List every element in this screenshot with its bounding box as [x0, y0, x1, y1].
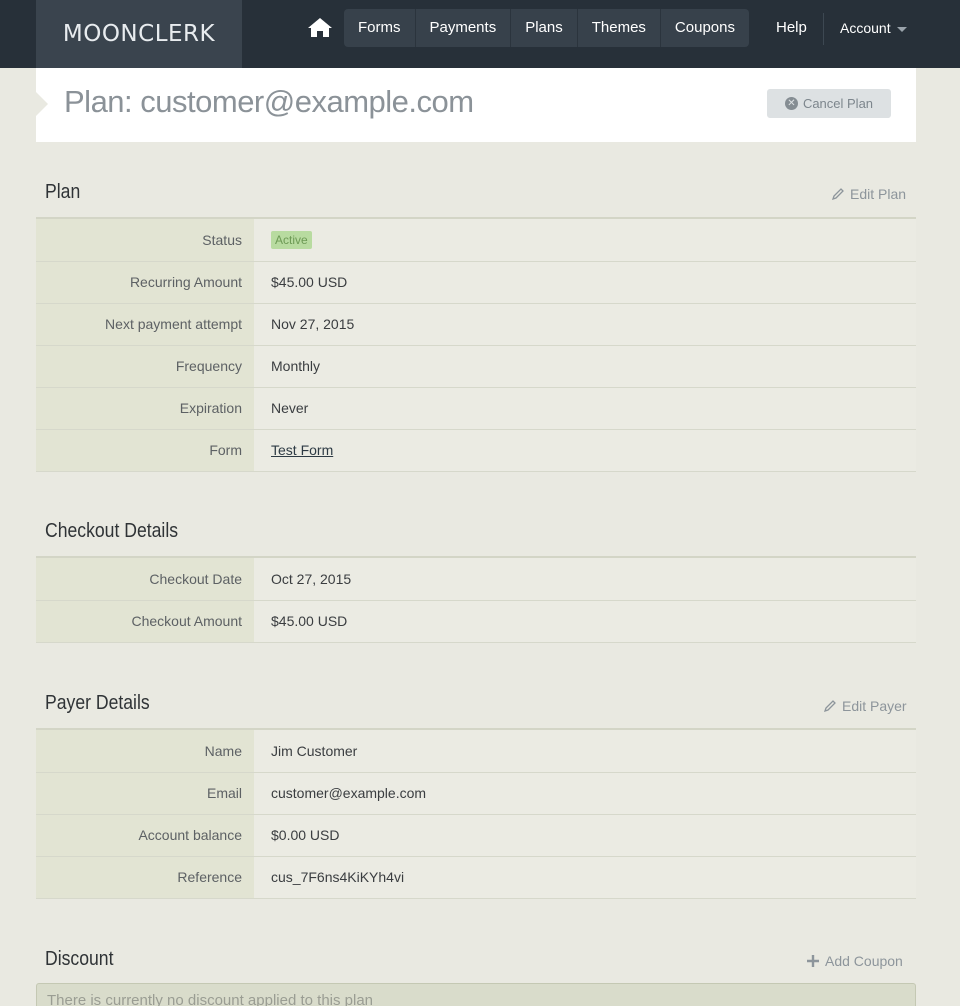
row-value: $45.00 USD [254, 261, 916, 304]
table-row: Email customer@example.com [36, 772, 916, 815]
row-label: Reference [36, 856, 254, 899]
checkout-details-table: Checkout Date Oct 27, 2015 Checkout Amou… [36, 558, 916, 643]
row-value: Monthly [254, 345, 916, 388]
discount-message: There is currently no discount applied t… [36, 983, 916, 1006]
row-value: Active [254, 219, 916, 262]
row-label: Frequency [36, 345, 254, 388]
edit-payer-link[interactable]: Edit Payer [823, 698, 907, 714]
edit-payer-label: Edit Payer [842, 698, 907, 714]
row-label: Next payment attempt [36, 303, 254, 346]
account-label: Account [840, 20, 891, 36]
page-title: Plan: customer@example.com [64, 84, 474, 119]
row-label: Checkout Date [36, 558, 254, 601]
nav-themes[interactable]: Themes [578, 9, 661, 47]
nav-payments[interactable]: Payments [416, 9, 512, 47]
plan-section-title: Plan [45, 181, 81, 203]
edit-plan-label: Edit Plan [850, 186, 907, 202]
close-circle-icon: ✕ [784, 97, 798, 110]
table-row: Form Test Form [36, 429, 916, 472]
table-row: Status Active [36, 219, 916, 262]
payer-details-table: Name Jim Customer Email customer@example… [36, 730, 916, 899]
table-row: Reference cus_7F6ns4KiKYh4vi [36, 856, 916, 899]
row-label: Name [36, 730, 254, 773]
title-notch [36, 92, 48, 116]
account-menu[interactable]: Account [840, 9, 907, 47]
plan-details-table: Status Active Recurring Amount $45.00 US… [36, 219, 916, 472]
pencil-icon [831, 188, 844, 201]
nav-plans[interactable]: Plans [511, 9, 578, 47]
table-row: Checkout Date Oct 27, 2015 [36, 558, 916, 601]
status-badge: Active [271, 230, 312, 249]
row-value: $0.00 USD [254, 814, 916, 857]
row-label: Expiration [36, 387, 254, 430]
plus-icon [807, 955, 819, 967]
discount-section-title: Discount [45, 948, 114, 970]
logo-text: MOONCLERK [62, 21, 216, 47]
row-label: Checkout Amount [36, 600, 254, 643]
main-nav: Forms Payments Plans Themes Coupons [344, 9, 749, 47]
add-coupon-label: Add Coupon [825, 953, 903, 969]
row-label: Form [36, 429, 254, 472]
cancel-plan-label: Cancel Plan [802, 96, 874, 111]
add-coupon-link[interactable]: Add Coupon [806, 953, 903, 969]
row-value: Test Form [254, 429, 916, 472]
table-row: Checkout Amount $45.00 USD [36, 600, 916, 643]
nav-coupons[interactable]: Coupons [661, 9, 749, 47]
table-row: Next payment attempt Nov 27, 2015 [36, 303, 916, 346]
logo[interactable]: MOONCLERK [36, 0, 242, 68]
table-row: Expiration Never [36, 387, 916, 430]
top-navbar: MOONCLERK Forms Payments Plans Themes Co… [0, 0, 960, 68]
chevron-down-icon [896, 26, 907, 32]
table-row: Recurring Amount $45.00 USD [36, 261, 916, 304]
edit-plan-link[interactable]: Edit Plan [831, 186, 906, 202]
row-label: Recurring Amount [36, 261, 254, 304]
row-value: Jim Customer [254, 730, 916, 773]
pencil-icon [823, 700, 836, 713]
table-row: Frequency Monthly [36, 345, 916, 388]
nav-forms[interactable]: Forms [344, 9, 416, 47]
nav-divider [823, 13, 824, 45]
cancel-plan-button[interactable]: ✕ Cancel Plan [767, 89, 891, 118]
row-label: Email [36, 772, 254, 815]
form-link[interactable]: Test Form [271, 442, 333, 458]
row-value: Never [254, 387, 916, 430]
row-value: Oct 27, 2015 [254, 558, 916, 601]
nav-help[interactable]: Help [776, 9, 807, 47]
row-value: $45.00 USD [254, 600, 916, 643]
row-value: customer@example.com [254, 772, 916, 815]
home-icon[interactable] [307, 16, 333, 38]
table-row: Name Jim Customer [36, 730, 916, 773]
row-value: Nov 27, 2015 [254, 303, 916, 346]
row-value: cus_7F6ns4KiKYh4vi [254, 856, 916, 899]
row-label: Status [36, 219, 254, 262]
row-label: Account balance [36, 814, 254, 857]
table-row: Account balance $0.00 USD [36, 814, 916, 857]
checkout-section-title: Checkout Details [45, 520, 179, 542]
payer-section-title: Payer Details [45, 692, 150, 714]
